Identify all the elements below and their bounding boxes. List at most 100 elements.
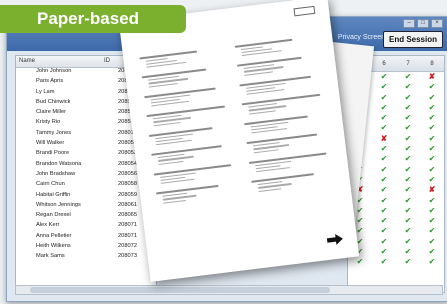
check-icon: ✔ [404, 113, 412, 123]
student-row[interactable]: Alex Kerr 208071 [16, 222, 156, 232]
student-name: Heith Wilkens [36, 243, 71, 250]
check-icon: ✔ [404, 174, 412, 184]
check-icon: ✔ [428, 247, 436, 257]
question-block [248, 152, 330, 173]
student-name: Brandi Poore [36, 150, 70, 157]
student-name: Paris Apris [36, 78, 64, 85]
check-icon: ✔ [356, 257, 364, 267]
question-column-header[interactable]: 7 [406, 61, 409, 67]
question-block [239, 75, 320, 96]
question-block [151, 144, 232, 165]
name-column-header[interactable]: Name [16, 56, 101, 67]
check-icon: ✔ [380, 144, 388, 154]
student-row[interactable]: Mark Sams 208073 [16, 253, 156, 263]
question-block [244, 113, 325, 134]
check-icon: ✔ [428, 205, 436, 215]
privacy-screen-label[interactable]: Privacy Screen [338, 34, 385, 41]
response-row: ✔✔✔✔ [348, 216, 444, 226]
student-row[interactable]: Brandon Watsona 208054 [16, 161, 156, 171]
check-icon: ✔ [428, 82, 436, 92]
check-icon: ✔ [404, 247, 412, 257]
student-name: Tammy Jones [36, 129, 72, 136]
id-column-header[interactable]: ID [101, 56, 110, 67]
maximize-icon[interactable]: □ [417, 19, 429, 28]
check-icon: ✔ [380, 82, 388, 92]
response-row: ✘✔✔✘ [348, 185, 444, 195]
question-column-header[interactable]: 6 [382, 61, 385, 67]
response-row: ✔ ✔ ✔ ✔ [348, 206, 444, 216]
response-row: ✔✔✔✔ [348, 237, 444, 247]
question-column-header[interactable]: 8 [430, 61, 433, 67]
check-icon: ✔ [356, 216, 364, 226]
check-icon: ✔ [380, 247, 388, 257]
check-icon: ✔ [404, 185, 412, 195]
check-icon: ✔ [380, 257, 388, 267]
check-icon: ✔ [428, 226, 436, 236]
question-block [146, 105, 227, 127]
check-icon: ✔ [428, 174, 436, 184]
response-row: ✔✔✔✔ [348, 226, 444, 236]
check-icon: ✔ [380, 236, 388, 246]
scrollbar-thumb[interactable] [30, 287, 330, 293]
question-block [236, 55, 318, 76]
student-name: John Johnson [36, 68, 72, 74]
sheet-page-tag [293, 5, 316, 17]
check-icon: ✔ [380, 185, 388, 195]
student-name: Claire Miller [36, 109, 67, 116]
check-icon: ✔ [428, 102, 436, 112]
check-icon: ✔ [404, 195, 412, 205]
questions-left-column [139, 46, 238, 212]
question-block [241, 94, 323, 115]
check-icon: ✔ [428, 216, 436, 226]
minimize-icon[interactable]: – [403, 19, 415, 28]
question-block [155, 183, 237, 204]
student-name: Cairn Chun [36, 181, 65, 188]
response-row: ✔✔✔✔ [348, 165, 444, 175]
student-name: Habital Griffin [36, 191, 71, 198]
check-icon: ✔ [380, 205, 388, 215]
check-icon: ✔ [356, 205, 364, 215]
check-icon: ✔ [428, 123, 436, 133]
check-icon: ✔ [404, 257, 412, 267]
paper-based-label: Paper-based [0, 5, 186, 33]
check-icon: ✔ [404, 205, 412, 215]
student-row[interactable]: Anna Pelletier 208071 [16, 233, 156, 243]
check-icon: ✔ [380, 102, 388, 112]
student-name: Kristy Rio [36, 119, 61, 126]
question-block [148, 125, 230, 146]
screenshot: – □ × Privacy Screen End Session Name ID… [0, 0, 447, 304]
arrow-right-icon [326, 233, 343, 246]
student-row[interactable]: Cairn Chun 208058 [16, 181, 156, 191]
response-row: ✔✔✔✔ [348, 196, 444, 206]
close-icon[interactable]: × [431, 19, 443, 28]
check-icon: ✔ [380, 174, 388, 184]
question-block [251, 171, 332, 192]
student-name: John Bradshaw [36, 170, 76, 177]
check-icon: ✔ [404, 82, 412, 92]
student-row[interactable]: Regan Drexel 208065 [16, 212, 156, 222]
student-row[interactable]: Heith Wilkens 208072 [16, 243, 156, 253]
check-icon: ✔ [380, 216, 388, 226]
check-icon: ✔ [428, 164, 436, 174]
check-icon: ✔ [404, 72, 412, 81]
student-name: Mark Sams [36, 253, 65, 260]
check-icon: ✔ [428, 133, 436, 143]
check-icon: ✔ [404, 92, 412, 102]
end-session-button[interactable]: End Session [382, 31, 443, 48]
question-block [141, 67, 223, 88]
check-icon: ✔ [404, 154, 412, 164]
question-block [144, 86, 225, 107]
student-row[interactable]: Whitson Jennings 208061 [16, 202, 156, 212]
horizontal-scrollbar[interactable] [15, 285, 443, 295]
check-icon: ✔ [356, 226, 364, 236]
window-controls: – □ × [403, 19, 443, 28]
question-block [246, 133, 327, 154]
student-row[interactable]: Habital Griffin 208059 [16, 192, 156, 202]
check-icon: ✔ [404, 144, 412, 154]
check-icon: ✔ [428, 154, 436, 164]
student-name: Ly Lam [36, 88, 55, 95]
check-icon: ✔ [380, 123, 388, 133]
student-name: Whitson Jennings [36, 201, 81, 208]
response-row: ✔✔✔✔ [348, 175, 444, 185]
student-row[interactable]: John Bradshaw 208056 [16, 171, 156, 181]
